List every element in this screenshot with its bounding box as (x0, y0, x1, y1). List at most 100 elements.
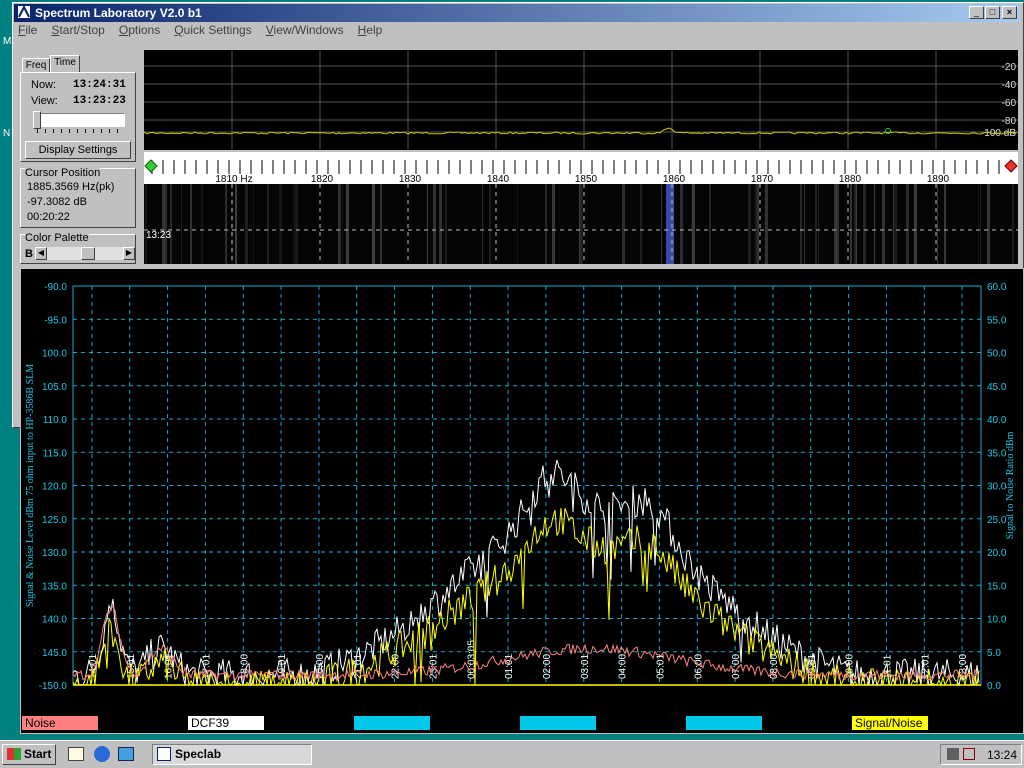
y-tick-label: 125.0 (42, 515, 67, 526)
time-slider[interactable] (37, 113, 125, 127)
now-value: 13:24:31 (73, 79, 126, 91)
palette-scroll-right[interactable]: ▶ (123, 247, 135, 260)
menu-start-stop[interactable]: Start/Stop (51, 23, 104, 37)
legend-blank-2 (520, 716, 596, 730)
maximize-icon[interactable]: □ (985, 6, 1000, 19)
chart-window: -90.0 60.0 -95.0 55.0 100.0 50.0 105.0 45.0 110.… (20, 268, 1024, 734)
y-tick-label: 120.0 (42, 482, 67, 493)
display-settings-button[interactable]: Display Settings (25, 141, 131, 159)
minimize-icon[interactable]: _ (969, 6, 984, 19)
close-icon[interactable]: × (1002, 6, 1017, 19)
tab-time[interactable]: Time (50, 55, 80, 73)
start-button[interactable]: Start (2, 744, 56, 765)
cursor-frequency: 1885.3569 Hz(pk) (27, 181, 115, 193)
cursor-position-title: Cursor Position (25, 167, 101, 179)
y2-tick-label: 45.0 (987, 382, 1007, 393)
x-tick-label: 01:01 (504, 654, 515, 679)
y-tick-label: 130.0 (42, 548, 67, 559)
y2-tick-label: 35.0 (987, 448, 1007, 459)
freq-tick-label: 1880 (839, 174, 862, 184)
taskbar-speclab[interactable]: Speclab (152, 744, 312, 765)
color-palette-title: Color Palette (25, 232, 89, 244)
time-panel: Now: 13:24:31 View: 13:23:23 Display Set… (20, 72, 136, 162)
y-tick-label: 145.0 (42, 648, 67, 659)
window-title: Spectrum Laboratory V2.0 b1 (35, 6, 202, 20)
y-tick-label: -95.0 (44, 315, 67, 326)
desktop-letter: N (3, 128, 11, 139)
y2-tick-label: 40.0 (987, 415, 1007, 426)
tray-icon[interactable] (963, 748, 975, 760)
clock: 13:24 (987, 748, 1018, 762)
system-tray: 13:24 (940, 744, 1022, 765)
palette-scroll-thumb[interactable] (81, 247, 95, 260)
freq-tick-label: 1810 Hz (215, 174, 252, 184)
y-axis-label: Signal & Noise Level dBm 75 ohm input to… (25, 364, 36, 607)
now-label: Now: (31, 79, 57, 91)
signal-stripe (666, 184, 674, 264)
legend-signal-noise: Signal/Noise (852, 716, 928, 730)
menu-help[interactable]: Help (358, 23, 383, 37)
y2-axis-label: Signal to Noise Ratio dBm (1005, 431, 1016, 539)
y2-tick-label: 15.0 (987, 581, 1007, 592)
y2-tick-label: 20.0 (987, 548, 1007, 559)
db-tick-label: -80 (1002, 116, 1017, 127)
db-tick-label: -20 (1002, 62, 1017, 73)
x-tick-label: 23:01 (428, 654, 439, 679)
menu-options[interactable]: Options (119, 23, 160, 37)
freq-tick-label: 1850 (575, 174, 598, 184)
y-tick-label: -150.0 (39, 681, 68, 692)
left-marker-icon (144, 159, 158, 173)
y-tick-label: 110.0 (43, 415, 68, 426)
volume-icon[interactable] (947, 748, 959, 760)
right-marker-icon (1004, 159, 1018, 173)
waterfall-display[interactable]: 13:23 (144, 184, 1024, 264)
db-tick-label: -40 (1002, 80, 1017, 91)
freq-tick-label: 1890 (927, 174, 950, 184)
menu-quick-settings[interactable]: Quick Settings (174, 23, 251, 37)
y-tick-label: 140.0 (42, 615, 67, 626)
channels-icon[interactable] (118, 747, 134, 761)
frequency-scale[interactable]: 1810 Hz 1820 1830 1840 1850 1860 1870 1880 1890 (144, 152, 1018, 185)
signal-noise-chart: -90.0 60.0 -95.0 55.0 100.0 50.0 105.0 45.0 110.… (25, 282, 1016, 692)
x-tick-label: 02:00 (542, 654, 553, 679)
time-slider-thumb[interactable] (33, 111, 41, 129)
y2-tick-label: 0.0 (987, 681, 1001, 692)
freq-tick-label: 1840 (487, 174, 510, 184)
y-tick-label: 100.0 (42, 349, 67, 360)
waterfall-time-label: 13:23 (146, 230, 172, 241)
taskbar: Start Speclab 13:24 (0, 740, 1024, 768)
view-value: 13:23:23 (73, 95, 126, 107)
slider-ticks (37, 129, 125, 133)
y2-tick-label: 30.0 (987, 482, 1007, 493)
legend-noise: Noise (22, 716, 98, 730)
menu-view-windows[interactable]: View/Windows (266, 23, 344, 37)
y2-tick-label: 5.0 (987, 648, 1001, 659)
freq-tick-label: 1820 (311, 174, 334, 184)
x-tick-label: 04:00 (618, 654, 629, 679)
show-desktop-icon[interactable] (68, 747, 84, 761)
x-tick-label: 03:01 (580, 654, 591, 679)
y-tick-label: -90.0 (44, 282, 67, 293)
freq-tick-label: 1870 (751, 174, 774, 184)
y2-tick-label: 60.0 (987, 282, 1007, 293)
color-palette-panel: Color Palette B ◀ ▶ (20, 232, 136, 264)
speclab-icon (157, 747, 171, 761)
x-tick-label: 05:01 (655, 654, 666, 679)
y2-tick-label: 55.0 (987, 315, 1007, 326)
freq-tick-label: 1830 (399, 174, 422, 184)
cursor-time: 00:20:22 (27, 211, 70, 223)
menu-bar: File Start/Stop Options Quick Settings V… (18, 23, 393, 41)
y2-tick-label: 50.0 (987, 349, 1007, 360)
cursor-position-panel: Cursor Position 1885.3569 Hz(pk) -97.308… (20, 167, 136, 228)
legend-blank-1 (354, 716, 430, 730)
browser-icon[interactable] (94, 746, 110, 762)
legend-dcf39: DCF39 (188, 716, 264, 730)
desktop-letter: M (3, 36, 12, 47)
y-tick-label: 135.0 (42, 581, 67, 592)
title-bar[interactable]: Spectrum Laboratory V2.0 b1 _ □ × (14, 4, 1020, 22)
menu-file[interactable]: File (18, 23, 37, 37)
palette-scroll-left[interactable]: ◀ (35, 247, 47, 260)
legend-blank-3 (686, 716, 762, 730)
y2-tick-label: 10.0 (987, 615, 1007, 626)
spectrum-display[interactable]: -20 -40 -60 -80 -100 dB (143, 50, 1024, 150)
